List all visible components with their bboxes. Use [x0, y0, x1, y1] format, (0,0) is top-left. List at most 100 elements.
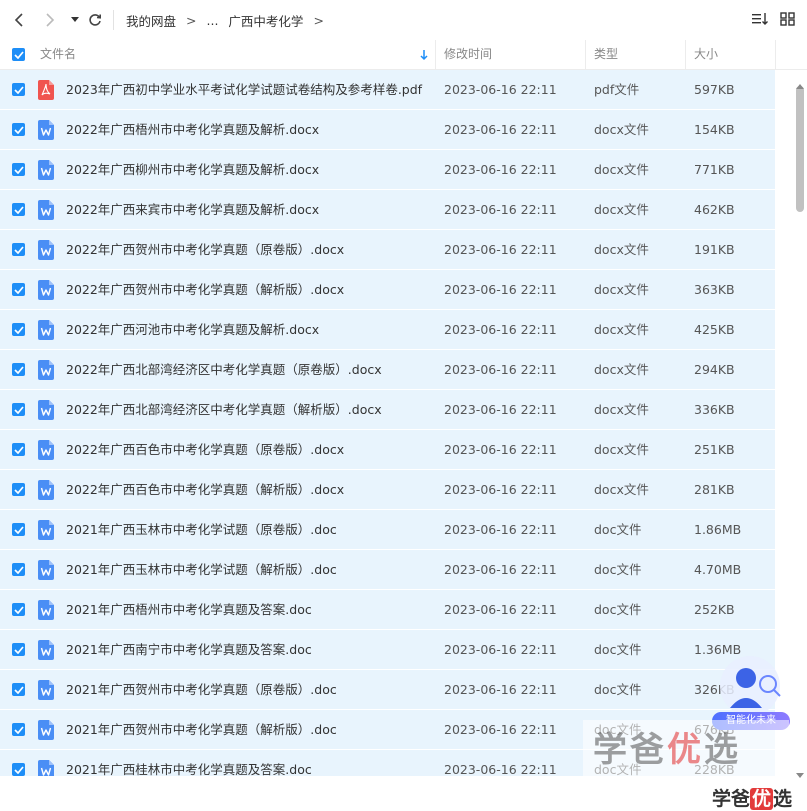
select-all-checkbox[interactable] [12, 48, 25, 61]
file-name: 2022年广西贺州市中考化学真题（解析版）.docx [66, 282, 345, 297]
file-type: doc文件 [594, 562, 642, 577]
file-modified: 2023-06-16 22:11 [444, 282, 557, 297]
file-row[interactable]: 2022年广西河池市中考化学真题及解析.docx 2023-06-16 22:11… [0, 310, 775, 350]
file-row[interactable]: 2022年广西柳州市中考化学真题及解析.docx 2023-06-16 22:11… [0, 150, 775, 190]
pdf-icon [38, 80, 54, 100]
file-row[interactable]: 2022年广西贺州市中考化学真题（原卷版）.docx 2023-06-16 22:… [0, 230, 775, 270]
row-checkbox[interactable] [12, 163, 25, 176]
file-name: 2022年广西贺州市中考化学真题（原卷版）.docx [66, 242, 345, 257]
file-modified: 2023-06-16 22:11 [444, 402, 557, 417]
scrollbar-thumb[interactable] [796, 86, 804, 212]
file-name: 2022年广西来宾市中考化学真题及解析.docx [66, 202, 320, 217]
header-size[interactable]: 大小 [694, 40, 718, 69]
header-divider[interactable] [585, 40, 586, 69]
file-name: 2021年广西贺州市中考化学真题（解析版）.doc [66, 722, 337, 737]
file-row[interactable]: 2021年广西南宁市中考化学真题及答案.doc 2023-06-16 22:11 d… [0, 630, 775, 670]
forward-icon[interactable] [38, 9, 60, 31]
watermark-logo-text: 学爸 [712, 788, 751, 810]
breadcrumb-root[interactable]: 我的网盘 [126, 11, 176, 30]
file-name: 2022年广西北部湾经济区中考化学真题（原卷版）.docx [66, 362, 382, 377]
file-row[interactable]: 2022年广西梧州市中考化学真题及解析.docx 2023-06-16 22:11… [0, 110, 775, 150]
row-checkbox[interactable] [12, 123, 25, 136]
word-doc-icon [38, 360, 54, 380]
toolbar: 我的网盘 > ... 广西中考化学 > [0, 0, 807, 40]
row-checkbox[interactable] [12, 563, 25, 576]
file-name: 2022年广西河池市中考化学真题及解析.docx [66, 322, 320, 337]
file-name: 2021年广西玉林市中考化学试题（原卷版）.doc [66, 522, 337, 537]
file-type: doc文件 [594, 642, 642, 657]
row-checkbox[interactable] [12, 443, 25, 456]
breadcrumb-current[interactable]: 广西中考化学 [228, 11, 303, 30]
row-checkbox[interactable] [12, 403, 25, 416]
row-checkbox[interactable] [12, 243, 25, 256]
file-row[interactable]: 2021年广西玉林市中考化学试题（原卷版）.doc 2023-06-16 22:1… [0, 510, 775, 550]
file-name: 2022年广西柳州市中考化学真题及解析.docx [66, 162, 320, 177]
header-divider[interactable] [435, 40, 436, 69]
file-modified: 2023-06-16 22:11 [444, 722, 557, 737]
file-row[interactable]: 2022年广西北部湾经济区中考化学真题（原卷版）.docx 2023-06-16 … [0, 350, 775, 390]
file-row[interactable]: 2022年广西贺州市中考化学真题（解析版）.docx 2023-06-16 22:… [0, 270, 775, 310]
file-modified: 2023-06-16 22:11 [444, 602, 557, 617]
file-row[interactable]: 2022年广西来宾市中考化学真题及解析.docx 2023-06-16 22:11… [0, 190, 775, 230]
row-checkbox[interactable] [12, 643, 25, 656]
header-name[interactable]: 文件名 [40, 40, 76, 69]
row-checkbox[interactable] [12, 723, 25, 736]
file-size: 597KB [694, 82, 735, 97]
row-checkbox[interactable] [12, 283, 25, 296]
file-row[interactable]: 2022年广西百色市中考化学真题（解析版）.docx 2023-06-16 22:… [0, 470, 775, 510]
file-size: 425KB [694, 322, 735, 337]
row-checkbox[interactable] [12, 483, 25, 496]
sort-icon[interactable] [751, 10, 771, 30]
header-divider[interactable] [685, 40, 686, 69]
file-type: doc文件 [594, 522, 642, 537]
file-type: docx文件 [594, 282, 649, 297]
refresh-icon[interactable] [84, 9, 106, 31]
file-size: 4.70MB [694, 562, 742, 577]
row-checkbox[interactable] [12, 203, 25, 216]
file-name: 2021年广西梧州市中考化学真题及答案.doc [66, 602, 312, 617]
scroll-up-arrow[interactable] [796, 74, 804, 93]
file-size: 281KB [694, 482, 735, 497]
file-row[interactable]: 2021年广西梧州市中考化学真题及答案.doc 2023-06-16 22:11 d… [0, 590, 775, 630]
row-checkbox[interactable] [12, 323, 25, 336]
file-modified: 2023-06-16 22:11 [444, 682, 557, 697]
grid-view-icon[interactable] [779, 10, 799, 30]
row-checkbox[interactable] [12, 523, 25, 536]
file-type: pdf文件 [594, 82, 640, 97]
header-type[interactable]: 类型 [594, 40, 618, 69]
header-modified[interactable]: 修改时间 [444, 40, 492, 69]
word-doc-icon [38, 160, 54, 180]
file-modified: 2023-06-16 22:11 [444, 482, 557, 497]
file-type: docx文件 [594, 202, 649, 217]
file-row[interactable]: 2021年广西贺州市中考化学真题（原卷版）.doc 2023-06-16 22:1… [0, 670, 775, 710]
row-checkbox[interactable] [12, 763, 25, 776]
word-doc-icon [38, 120, 54, 140]
row-checkbox[interactable] [12, 683, 25, 696]
file-row[interactable]: 2022年广西北部湾经济区中考化学真题（解析版）.docx 2023-06-16 … [0, 390, 775, 430]
file-size: 462KB [694, 202, 735, 217]
file-modified: 2023-06-16 22:11 [444, 202, 557, 217]
file-row[interactable]: 2023年广西初中学业水平考试化学试题试卷结构及参考样卷.pdf 2023-06-… [0, 70, 775, 110]
file-name: 2022年广西百色市中考化学真题（原卷版）.docx [66, 442, 345, 457]
row-checkbox[interactable] [12, 603, 25, 616]
sort-descending-icon[interactable] [419, 40, 429, 69]
file-modified: 2023-06-16 22:11 [444, 362, 557, 377]
file-list: 2023年广西初中学业水平考试化学试题试卷结构及参考样卷.pdf 2023-06-… [0, 70, 775, 776]
breadcrumb-separator: > [313, 13, 324, 28]
breadcrumb-ellipsis[interactable]: ... [207, 13, 219, 28]
back-icon[interactable] [9, 9, 31, 31]
word-doc-icon [38, 480, 54, 500]
file-type: docx文件 [594, 442, 649, 457]
row-checkbox[interactable] [12, 83, 25, 96]
file-name: 2021年广西玉林市中考化学试题（解析版）.doc [66, 562, 337, 577]
file-name: 2021年广西南宁市中考化学真题及答案.doc [66, 642, 312, 657]
scrollbar[interactable] [796, 86, 804, 760]
row-checkbox[interactable] [12, 363, 25, 376]
header-divider[interactable] [775, 40, 776, 69]
file-row[interactable]: 2022年广西百色市中考化学真题（原卷版）.docx 2023-06-16 22:… [0, 430, 775, 470]
file-row[interactable]: 2021年广西玉林市中考化学试题（解析版）.doc 2023-06-16 22:1… [0, 550, 775, 590]
watermark-logo-text-2: 选 [773, 788, 793, 810]
history-dropdown-icon[interactable] [64, 9, 86, 31]
scroll-down-arrow[interactable] [796, 764, 804, 783]
file-size: 154KB [694, 122, 735, 137]
